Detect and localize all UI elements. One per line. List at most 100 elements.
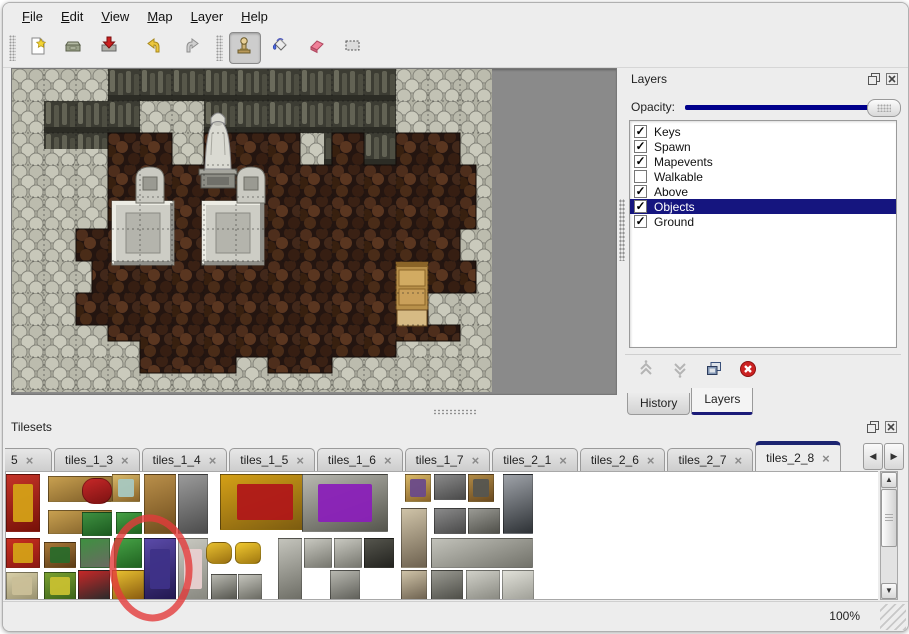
layer-checkbox[interactable]: ✓: [634, 125, 647, 138]
tile-gold-pile[interactable]: [235, 542, 261, 564]
tab-layers[interactable]: Layers: [691, 388, 753, 415]
delete-layer-button[interactable]: [735, 359, 761, 383]
float-icon[interactable]: [866, 420, 880, 434]
tile-gargoyle-left[interactable]: [304, 538, 332, 568]
close-icon[interactable]: [884, 420, 898, 434]
tile-emblem-banner[interactable]: [6, 538, 40, 568]
tile-stone-ledge[interactable]: [431, 538, 533, 568]
tile-hooded-statue-tile[interactable]: [278, 538, 302, 600]
undo-button[interactable]: [140, 32, 172, 64]
layer-row-objects[interactable]: ✓Objects: [630, 199, 896, 214]
tile-parchment-sign[interactable]: [6, 572, 38, 600]
tile-vanity-mirror[interactable]: [112, 474, 140, 502]
scrollbar-thumb[interactable]: [881, 489, 897, 547]
map-canvas[interactable]: [11, 68, 617, 395]
tileset-tab-tiles_2_1[interactable]: tiles_2_1×: [492, 448, 578, 471]
tile-obelisk-small[interactable]: [401, 570, 427, 600]
tab-close-icon[interactable]: ×: [647, 453, 655, 468]
eraser-button[interactable]: [301, 32, 333, 64]
tileset-tab-tiles_1_5[interactable]: tiles_1_5×: [229, 448, 315, 471]
close-icon[interactable]: [885, 72, 899, 86]
layer-checkbox[interactable]: ✓: [634, 185, 647, 198]
tile-red-banner[interactable]: [6, 474, 40, 532]
tile-red-cushion[interactable]: [82, 478, 112, 504]
tile-wooden-door[interactable]: [144, 474, 176, 534]
layer-row-ground[interactable]: ✓Ground: [630, 214, 896, 229]
tile-obelisk[interactable]: [401, 508, 427, 568]
layer-checkbox[interactable]: ✓: [634, 140, 647, 153]
scroll-up-icon[interactable]: ▲: [881, 472, 897, 488]
tileset-view[interactable]: [5, 471, 878, 600]
tab-close-icon[interactable]: ×: [26, 453, 34, 468]
tile-armor-bench[interactable]: [434, 474, 466, 500]
save-button[interactable]: [94, 32, 126, 64]
layer-row-above[interactable]: ✓Above: [630, 184, 896, 199]
redo-button[interactable]: [176, 32, 208, 64]
lower-layer-button[interactable]: [667, 359, 693, 383]
tile-rock-mound-2[interactable]: [238, 574, 262, 600]
tileset-tab-tiles_1_3[interactable]: tiles_1_3×: [54, 448, 140, 471]
layer-checkbox[interactable]: ✓: [634, 155, 647, 168]
tab-history[interactable]: History: [627, 393, 690, 415]
tile-pedestal-cup[interactable]: [330, 570, 360, 600]
layer-row-spawn[interactable]: ✓Spawn: [630, 139, 896, 154]
horizontal-splitter-handle[interactable]: [433, 409, 477, 415]
tile-knight-armor[interactable]: [503, 474, 533, 534]
menu-file[interactable]: File: [13, 6, 52, 27]
tile-iron-gate[interactable]: [178, 474, 208, 534]
menu-edit[interactable]: Edit: [52, 6, 92, 27]
tileset-tab-tiles_2_7[interactable]: tiles_2_7×: [667, 448, 753, 471]
tile-purple-throne[interactable]: [302, 474, 388, 532]
tab-close-icon[interactable]: ×: [559, 453, 567, 468]
tile-purple-door[interactable]: [144, 538, 176, 600]
float-icon[interactable]: [867, 72, 881, 86]
tileset-tab-tiles_1_6[interactable]: tiles_1_6×: [317, 448, 403, 471]
tile-gold-cross[interactable]: [112, 570, 144, 600]
stamp-button[interactable]: [229, 32, 261, 64]
resize-grip-icon[interactable]: [880, 604, 906, 630]
tileset-tab-5[interactable]: 5×: [5, 448, 52, 471]
tileset-tab-tiles_2_6[interactable]: tiles_2_6×: [580, 448, 666, 471]
tab-scroll-left-button[interactable]: ◀: [863, 443, 883, 470]
tile-column-base[interactable]: [431, 570, 463, 600]
layer-checkbox[interactable]: [634, 170, 647, 183]
menu-map[interactable]: Map: [138, 6, 181, 27]
tile-demon-statue[interactable]: [364, 538, 394, 568]
tab-scroll-right-button[interactable]: ▶: [884, 443, 904, 470]
scroll-down-icon[interactable]: ▼: [881, 583, 897, 599]
opacity-slider[interactable]: [685, 98, 901, 116]
tile-leafy-plant[interactable]: [116, 512, 142, 534]
menu-layer[interactable]: Layer: [182, 6, 233, 27]
tileset-scrollbar[interactable]: ▲ ▼: [880, 471, 898, 600]
tile-potted-palm[interactable]: [80, 538, 110, 568]
layer-row-walkable[interactable]: Walkable: [630, 169, 896, 184]
select-button[interactable]: [337, 32, 369, 64]
tile-small-plant[interactable]: [114, 538, 142, 568]
tile-red-throne[interactable]: [220, 474, 310, 530]
tab-close-icon[interactable]: ×: [472, 453, 480, 468]
opacity-slider-handle[interactable]: [867, 99, 901, 117]
layer-row-keys[interactable]: ✓Keys: [630, 124, 896, 139]
open-button[interactable]: [58, 32, 90, 64]
tileset-tab-tiles_2_8[interactable]: tiles_2_8×: [755, 441, 841, 471]
tile-green-banner[interactable]: [44, 572, 76, 600]
new-button[interactable]: [22, 32, 54, 64]
layer-checkbox[interactable]: ✓: [634, 200, 647, 213]
tile-gargoyle-right[interactable]: [334, 538, 362, 568]
tile-palm-plant[interactable]: [82, 512, 112, 536]
tab-close-icon[interactable]: ×: [822, 451, 830, 466]
tab-close-icon[interactable]: ×: [296, 453, 304, 468]
tile-armor-pile[interactable]: [468, 508, 500, 534]
tile-king-portrait[interactable]: [405, 474, 431, 502]
tab-close-icon[interactable]: ×: [209, 453, 217, 468]
tile-rock-mound[interactable]: [211, 574, 237, 600]
tab-close-icon[interactable]: ×: [735, 453, 743, 468]
tab-close-icon[interactable]: ×: [121, 453, 129, 468]
fill-button[interactable]: [265, 32, 297, 64]
tileset-tab-tiles_1_4[interactable]: tiles_1_4×: [142, 448, 228, 471]
menu-help[interactable]: Help: [232, 6, 277, 27]
tab-close-icon[interactable]: ×: [384, 453, 392, 468]
tile-bed[interactable]: [178, 538, 208, 600]
tile-gold-key[interactable]: [206, 542, 232, 564]
tile-cushion-bar[interactable]: [78, 570, 110, 600]
